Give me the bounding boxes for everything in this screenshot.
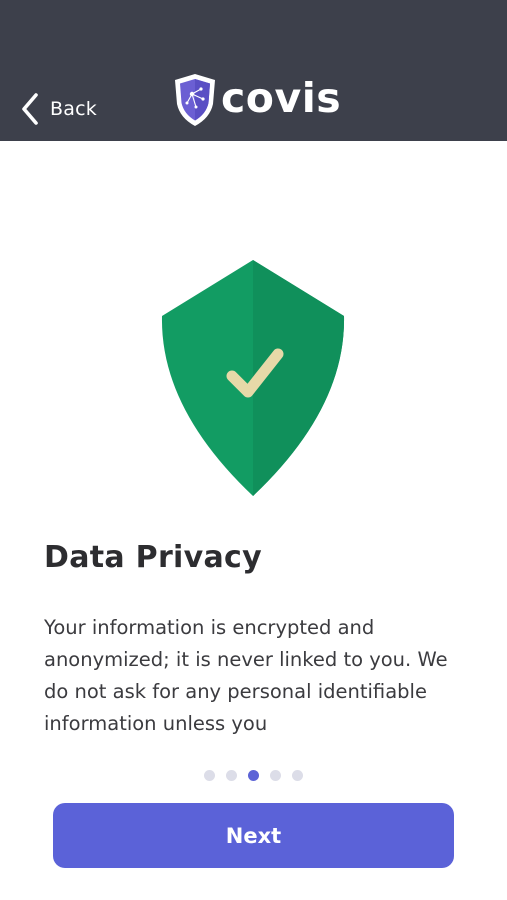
page-dot-active (248, 770, 259, 781)
logo-wordmark: covis (221, 74, 342, 122)
page-dot (292, 770, 303, 781)
app-header: Back covis (0, 0, 507, 141)
shield-check-icon (161, 260, 345, 496)
pagination-dots (0, 770, 507, 782)
chevron-left-icon (22, 93, 38, 125)
covis-logo: covis (172, 72, 341, 128)
description-text: Your information is encrypted and anonym… (44, 616, 448, 735)
page-title: Data Privacy (44, 540, 262, 575)
page-dot (204, 770, 215, 781)
back-button[interactable]: Back (20, 90, 97, 128)
logo-shield-icon (175, 74, 215, 126)
back-label: Back (50, 98, 97, 120)
page-dot (270, 770, 281, 781)
next-button[interactable]: Next (53, 803, 454, 868)
page-dot (226, 770, 237, 781)
